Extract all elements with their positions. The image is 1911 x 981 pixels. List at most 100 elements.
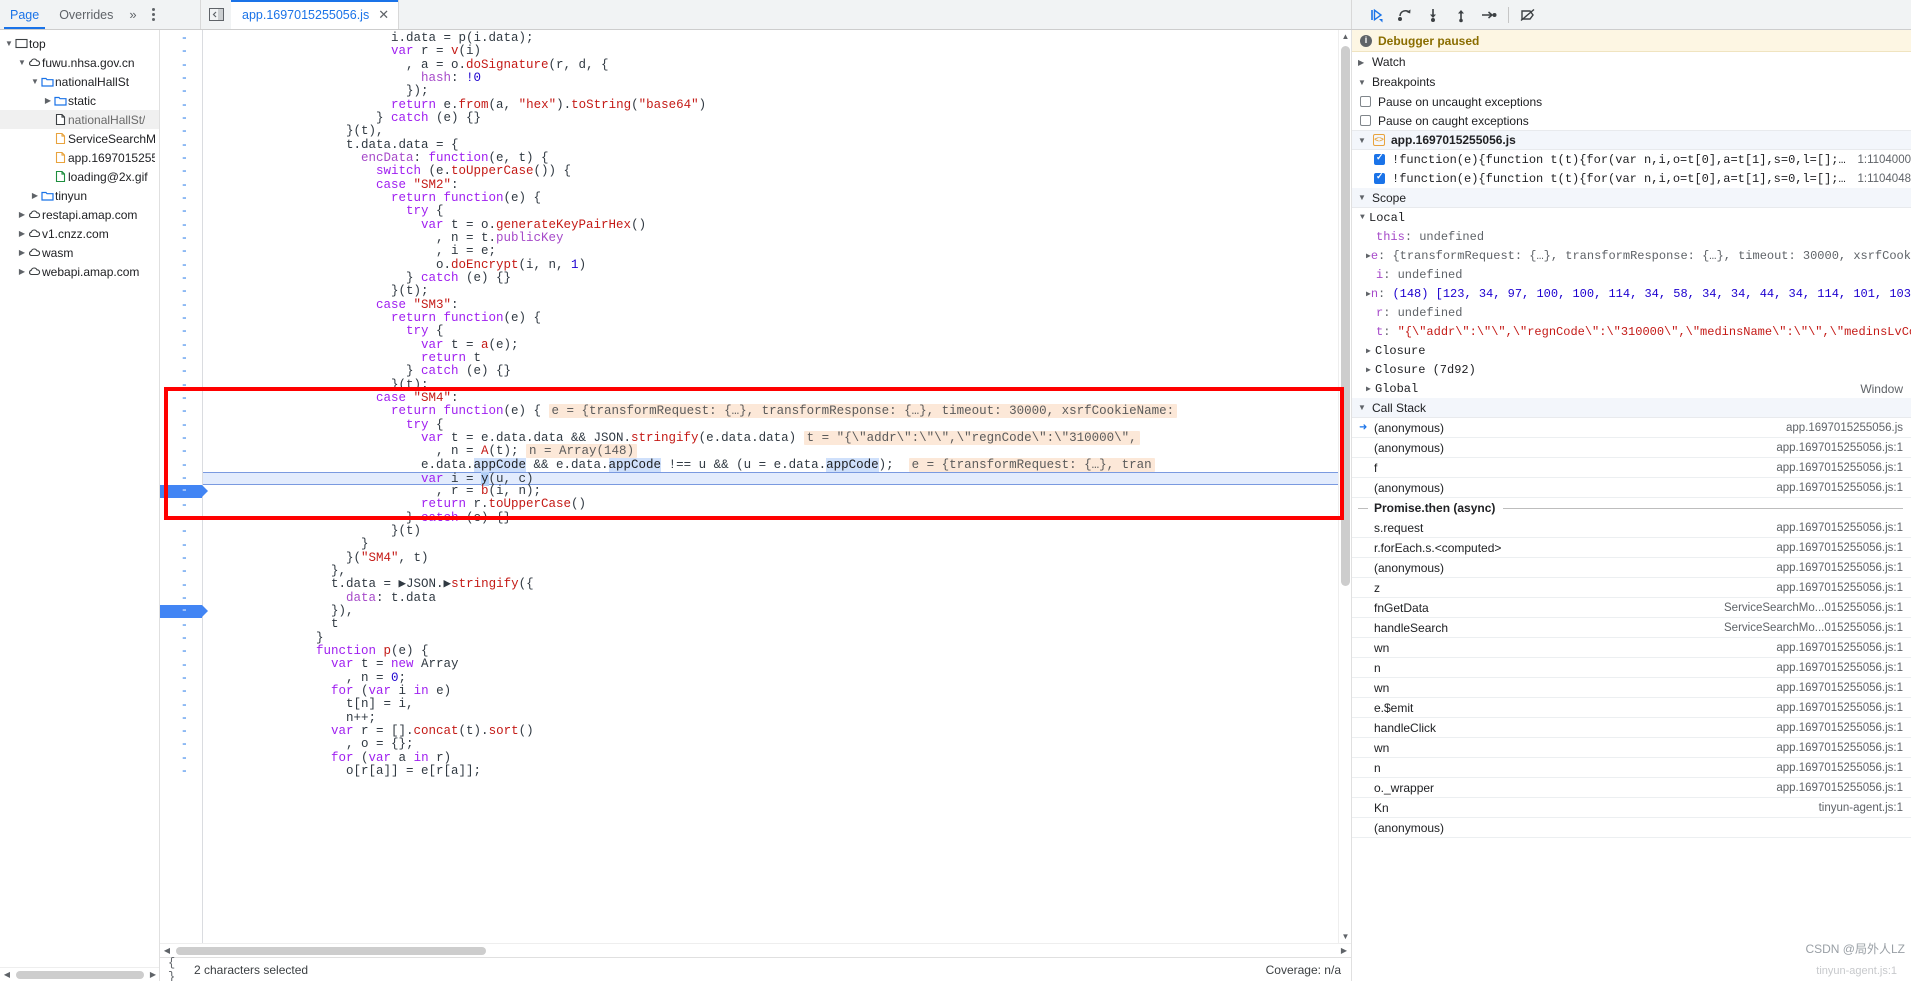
code-line[interactable]: var t = new Array [203, 658, 1338, 671]
step-icon[interactable] [1476, 3, 1502, 27]
chevron-right-icon[interactable]: ▶ [1366, 346, 1375, 356]
line-number-dash[interactable]: - [181, 444, 188, 458]
nav-tab-overrides[interactable]: Overrides [49, 0, 123, 29]
code-line[interactable]: try { [203, 325, 1338, 338]
code-line[interactable]: var r = v(i) [203, 45, 1338, 58]
scroll-right-arrow-icon[interactable]: ▶ [1337, 946, 1351, 955]
breakpoint-marker[interactable]: - [160, 483, 208, 499]
call-stack-frame[interactable]: wn app.1697015255056.js:1 [1352, 678, 1911, 698]
tree-node-tinyun[interactable]: ▶ tinyun [0, 186, 159, 205]
scope-local-header[interactable]: ▼ Local [1352, 208, 1911, 227]
line-number-dash[interactable]: - [181, 711, 188, 725]
line-number-dash[interactable]: - [181, 298, 188, 312]
call-stack-frame[interactable]: o._wrapper app.1697015255056.js:1 [1352, 778, 1911, 798]
line-number-dash[interactable]: - [181, 71, 188, 85]
breakpoint-file-header[interactable]: ▼ <> app.1697015255056.js [1352, 130, 1911, 150]
checkbox[interactable] [1374, 153, 1385, 165]
call-stack-frame[interactable]: s.request app.1697015255056.js:1 [1352, 518, 1911, 538]
line-number-dash[interactable]: - [181, 431, 188, 445]
tree-node-nationalhallst[interactable]: ▼ nationalHallSt [0, 72, 159, 91]
code-content[interactable]: i.data = p(i.data); var r = v(i), a = o.d… [203, 30, 1338, 943]
code-line[interactable]: encData: function(e, t) { [203, 151, 1338, 165]
code-line[interactable]: function p(e) { [203, 644, 1338, 658]
line-number-dash[interactable]: - [181, 138, 188, 152]
scroll-track[interactable] [174, 944, 1337, 958]
code-line[interactable]: , i = e; [203, 245, 1338, 258]
code-line[interactable]: var r = [].concat(t).sort() [203, 724, 1338, 738]
line-number-dash[interactable]: - [181, 511, 188, 525]
nav-tab-page[interactable]: Page [0, 0, 49, 29]
line-number-dash[interactable]: - [181, 338, 188, 352]
code-line[interactable]: try { [203, 418, 1338, 432]
call-stack-frame[interactable]: ➜ (anonymous) app.1697015255056.js [1352, 418, 1911, 438]
scroll-right-arrow-icon[interactable]: ▶ [146, 970, 159, 979]
code-line[interactable]: for (var i in e) [203, 684, 1338, 698]
line-number-dash[interactable]: - [181, 671, 188, 685]
code-line[interactable]: }(t); [203, 285, 1338, 298]
pause-on-caught-exceptions-row[interactable]: Pause on caught exceptions [1352, 111, 1911, 130]
breakpoint-entry[interactable]: !function(e){function t(t){for(var n,i,o… [1352, 150, 1911, 169]
scope-closure-row[interactable]: ▶ Global Window [1352, 379, 1911, 398]
code-line[interactable]: return function(e) { e = {transformReque… [203, 404, 1338, 419]
call-stack-frame[interactable]: (anonymous) app.1697015255056.js:1 [1352, 438, 1911, 458]
code-line[interactable]: n++; [203, 711, 1338, 725]
call-stack-frame[interactable]: wn app.1697015255056.js:1 [1352, 638, 1911, 658]
line-number-dash[interactable]: - [181, 658, 188, 672]
editor-vertical-scrollbar[interactable]: ▲ ▼ [1338, 30, 1351, 943]
line-number-dash[interactable]: - [181, 271, 188, 285]
line-number-dash[interactable]: - [181, 404, 188, 418]
code-line[interactable]: case "SM2": [203, 178, 1338, 192]
line-number-dash[interactable]: - [181, 737, 188, 751]
call-stack-frame[interactable]: wn app.1697015255056.js:1 [1352, 738, 1911, 758]
code-line[interactable]: try { [203, 205, 1338, 218]
line-number-dash[interactable]: - [181, 458, 188, 472]
scope-variable-row[interactable]: this: undefined [1352, 227, 1911, 246]
scroll-thumb[interactable] [1341, 46, 1350, 586]
code-line[interactable]: }(t); [203, 378, 1338, 392]
code-line[interactable]: for (var a in r) [203, 751, 1338, 765]
line-number-dash[interactable]: - [181, 684, 188, 698]
code-line[interactable]: , o = {}; [203, 738, 1338, 751]
line-number-dash[interactable]: - [181, 631, 188, 645]
call-stack-frame[interactable]: e.$emit app.1697015255056.js:1 [1352, 698, 1911, 718]
line-number-dash[interactable]: - [181, 564, 188, 578]
tree-node-loading-2x-gif[interactable]: loading@2x.gif [0, 167, 159, 186]
code-line[interactable]: return e.from(a, "hex").toString("base64… [203, 98, 1338, 112]
code-line[interactable]: t.data = ▶JSON.▶stringify({ [203, 578, 1338, 591]
chevron-right-icon[interactable]: ▶ [30, 191, 40, 200]
code-line[interactable]: , n = t.publicKey [203, 231, 1338, 245]
pretty-print-icon[interactable]: { } [168, 956, 186, 981]
breakpoint-entry[interactable]: !function(e){function t(t){for(var n,i,o… [1352, 169, 1911, 188]
line-number-dash[interactable]: - [181, 218, 188, 232]
line-number-dash[interactable]: - [181, 764, 188, 778]
scope-variable-row[interactable]: t: "{\"addr\":\"\",\"regnCode\":\"310000… [1352, 322, 1911, 341]
code-line[interactable]: var t = a(e); [203, 338, 1338, 352]
chevron-down-icon[interactable]: ▼ [17, 58, 27, 67]
scope-variable-row[interactable]: r: undefined [1352, 303, 1911, 322]
line-number-dash[interactable]: - [181, 498, 188, 512]
call-stack-frame[interactable]: (anonymous) app.1697015255056.js:1 [1352, 558, 1911, 578]
scroll-left-arrow-icon[interactable]: ◀ [160, 946, 174, 955]
line-number-dash[interactable]: - [181, 418, 188, 432]
line-number-dash[interactable]: - [181, 151, 188, 165]
code-line[interactable]: case "SM4": [203, 391, 1338, 405]
checkbox[interactable] [1360, 96, 1371, 107]
file-tab-app-js[interactable]: app.1697015255056.js ✕ [231, 0, 400, 29]
line-number-dash[interactable]: - [181, 578, 188, 592]
code-line[interactable]: o[r[a]] = e[r[a]]; [203, 764, 1338, 778]
line-number-dash[interactable]: - [181, 538, 188, 552]
call-stack-frame[interactable]: handleClick app.1697015255056.js:1 [1352, 718, 1911, 738]
tree-node-servicesearchmod[interactable]: ServiceSearchMod [0, 129, 159, 148]
line-gutter[interactable]: ----------------------------------------… [160, 30, 208, 943]
tree-node-top[interactable]: ▼ top [0, 34, 159, 53]
chevron-right-icon[interactable]: ▶ [17, 267, 27, 276]
code-line[interactable]: }, [203, 564, 1338, 578]
line-number-dash[interactable]: - [181, 191, 188, 205]
line-number-dash[interactable]: - [181, 58, 188, 72]
scroll-thumb[interactable] [16, 970, 144, 979]
code-line[interactable]: t [203, 618, 1338, 631]
code-line[interactable]: data: t.data [203, 591, 1338, 605]
scroll-thumb[interactable] [176, 946, 486, 955]
pause-on-uncaught-exceptions-row[interactable]: Pause on uncaught exceptions [1352, 92, 1911, 111]
code-line[interactable]: , a = o.doSignature(r, d, { [203, 58, 1338, 72]
